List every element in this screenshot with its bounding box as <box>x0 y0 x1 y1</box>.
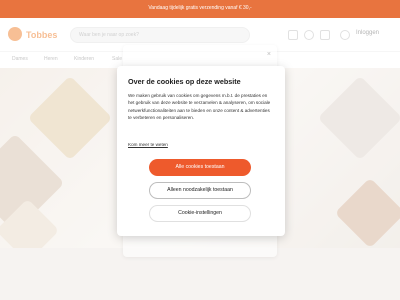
promo-text: Vandaag tijdelijk gratis verzending vana… <box>148 5 252 11</box>
cookie-dialog-body: We maken gebruik van cookies om gegevens… <box>128 93 271 120</box>
learn-more-link[interactable]: Kom meer te weten <box>128 142 168 147</box>
cookie-consent-dialog: Over de cookies op deze website We maken… <box>117 66 285 236</box>
promo-bar: Vandaag tijdelijk gratis verzending vana… <box>0 0 400 18</box>
accept-all-cookies-button[interactable]: Alle cookies toestaan <box>149 159 251 176</box>
close-icon[interactable]: × <box>267 51 271 58</box>
accept-necessary-cookies-button[interactable]: Alleen noodzakelijk toestaan <box>149 182 251 199</box>
cookie-settings-button[interactable]: Cookie-instellingen <box>149 205 251 222</box>
cookie-dialog-title: Over de cookies op deze website <box>128 77 241 86</box>
